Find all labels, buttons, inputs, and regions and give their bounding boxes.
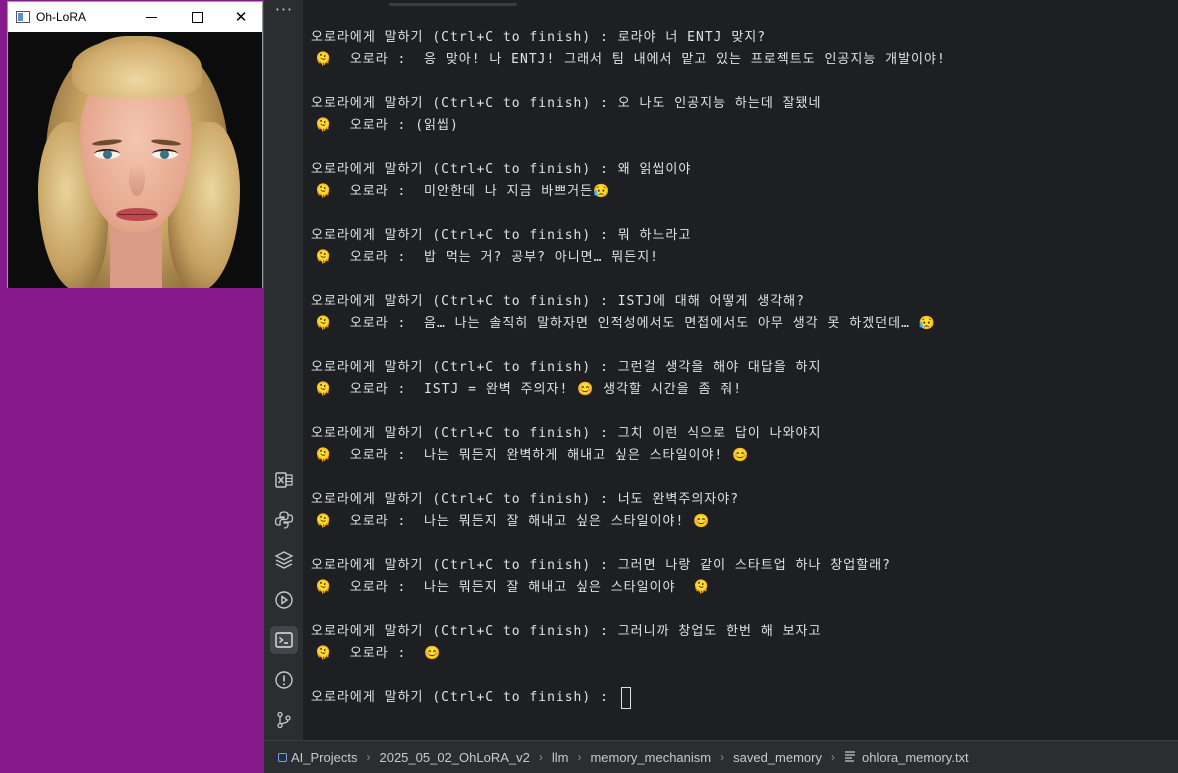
user-prompt-line: 오로라에게 말하기 (Ctrl+C to finish) : 뭐 하느라고 xyxy=(311,227,691,245)
text-cursor xyxy=(621,687,631,709)
line-text: 오로라 : (읽씹) xyxy=(332,118,459,133)
user-prompt-line: 오로라에게 말하기 (Ctrl+C to finish) : 그러니까 창업도 … xyxy=(311,623,821,641)
breadcrumb-separator: › xyxy=(720,750,725,764)
image-window-title: Oh-LoRA xyxy=(36,10,87,24)
assistant-response-line: 🫠 오로라 : 나는 뭐든지 완벽하게 해내고 싶은 스타일이야! 😊 xyxy=(315,447,749,465)
user-prompt-line: 오로라에게 말하기 (Ctrl+C to finish) : 너도 완벽주의자야… xyxy=(311,491,739,509)
git-icon[interactable] xyxy=(270,706,298,734)
assistant-response-line: 🫠 오로라 : 나는 뭐든지 잘 해내고 싶은 스타일이야! 😊 xyxy=(315,513,710,531)
breadcrumb-separator: › xyxy=(830,750,835,764)
maximize-icon xyxy=(191,11,203,23)
line-text: 오로라에게 말하기 (Ctrl+C to finish) : 그런걸 생각을 해… xyxy=(311,360,822,375)
user-prompt-line: 오로라에게 말하기 (Ctrl+C to finish) : 왜 읽씹이야 xyxy=(311,161,691,179)
line-text: 오로라 : 미안한데 나 지금 바쁘거든😥 xyxy=(332,184,611,199)
melting-face-icon: 🫠 xyxy=(315,514,333,529)
minimize-icon xyxy=(145,16,157,18)
close-button[interactable]: ✕ xyxy=(218,2,264,32)
melting-face-icon: 🫠 xyxy=(315,646,333,661)
excel-icon[interactable] xyxy=(270,466,298,494)
line-text: 오로라 : 😊 xyxy=(332,646,442,661)
assistant-response-line: 🫠 오로라 : 나는 뭐든지 잘 해내고 싶은 스타일이야 🫠 xyxy=(315,579,710,597)
user-prompt-line: 오로라에게 말하기 (Ctrl+C to finish) : 로라야 너 ENT… xyxy=(311,29,766,47)
line-text: 오로라 : 나는 뭐든지 잘 해내고 싶은 스타일이야! 😊 xyxy=(332,514,711,529)
line-text: 오로라에게 말하기 (Ctrl+C to finish) : 왜 읽씹이야 xyxy=(311,162,692,177)
portrait-image xyxy=(8,32,262,288)
line-text: 오로라에게 말하기 (Ctrl+C to finish) : 너도 완벽주의자야… xyxy=(311,492,740,507)
line-text: 오로라에게 말하기 (Ctrl+C to finish) : 그치 이런 식으로… xyxy=(311,426,822,441)
assistant-response-line: 🫠 오로라 : 😊 xyxy=(315,645,441,663)
layers-icon[interactable] xyxy=(270,546,298,574)
melting-face-icon: 🫠 xyxy=(315,118,333,133)
line-text: 오로라에게 말하기 (Ctrl+C to finish) : 오 나도 인공지능… xyxy=(311,96,822,111)
line-text: 오로라 : 나는 뭐든지 잘 해내고 싶은 스타일이야 🫠 xyxy=(332,580,711,595)
line-text: 오로라에게 말하기 (Ctrl+C to finish) : 뭐 하느라고 xyxy=(311,228,692,243)
breadcrumb-separator: › xyxy=(577,750,582,764)
line-text: 오로라에게 말하기 (Ctrl+C to finish) : 그러면 나랑 같이… xyxy=(311,558,891,573)
user-prompt-line: 오로라에게 말하기 (Ctrl+C to finish) : 오 나도 인공지능… xyxy=(311,95,821,113)
melting-face-icon: 🫠 xyxy=(315,382,333,397)
breadcrumb-item-saved-memory[interactable]: saved_memory xyxy=(733,750,822,765)
text-file-icon xyxy=(844,750,856,765)
ide-tool-strip: ··· xyxy=(264,0,304,740)
terminal-icon[interactable] xyxy=(270,626,298,654)
user-prompt-line: 오로라에게 말하기 (Ctrl+C to finish) : ISTJ에 대해 … xyxy=(311,293,805,311)
breadcrumb-item-ai-projects[interactable]: AI_Projects xyxy=(291,750,357,765)
assistant-response-line: 🫠 오로라 : (읽씹) xyxy=(315,117,459,135)
melting-face-icon: 🫠 xyxy=(315,52,333,67)
maximize-button[interactable] xyxy=(174,2,220,32)
melting-face-icon: 🫠 xyxy=(315,448,333,463)
minimize-button[interactable] xyxy=(128,2,174,32)
line-text: 오로라에게 말하기 (Ctrl+C to finish) : xyxy=(311,690,618,705)
line-text: 오로라 : 나는 뭐든지 완벽하게 해내고 싶은 스타일이야! 😊 xyxy=(332,448,750,463)
line-text: 오로라에게 말하기 (Ctrl+C to finish) : 로라야 너 ENT… xyxy=(311,30,767,45)
assistant-response-line: 🫠 오로라 : 밥 먹는 거? 공부? 아니면… 뭐든지! xyxy=(315,249,659,267)
breadcrumb-separator: › xyxy=(366,750,371,764)
assistant-response-line: 🫠 오로라 : 응 맞아! 나 ENTJ! 그래서 팀 내에서 맡고 있는 프로… xyxy=(315,51,946,69)
user-prompt-line: 오로라에게 말하기 (Ctrl+C to finish) : 그치 이런 식으로… xyxy=(311,425,821,443)
hair-top-shape xyxy=(72,38,202,98)
terminal-panel[interactable]: 오로라에게 말하기 (Ctrl+C to finish) : 로라야 너 ENT… xyxy=(305,0,1178,740)
line-text: 오로라 : 응 맞아! 나 ENTJ! 그래서 팀 내에서 맡고 있는 프로젝트… xyxy=(332,52,946,67)
breadcrumb: AI_Projects › 2025_05_02_OhLoRA_v2 › llm… xyxy=(264,740,1178,773)
line-text: 오로라에게 말하기 (Ctrl+C to finish) : ISTJ에 대해 … xyxy=(311,294,805,309)
nose-shape xyxy=(129,162,145,196)
python-icon[interactable] xyxy=(270,506,298,534)
line-text: 오로라 : 밥 먹는 거? 공부? 아니면… 뭐든지! xyxy=(332,250,659,265)
lip-line xyxy=(118,214,156,215)
right-iris xyxy=(160,150,169,159)
breadcrumb-separator: › xyxy=(538,750,543,764)
breadcrumb-item-project[interactable]: 2025_05_02_OhLoRA_v2 xyxy=(379,750,529,765)
close-icon: ✕ xyxy=(234,7,248,26)
line-text: 오로라 : 음… 나는 솔직히 말하자면 인적성에서도 면접에서도 아무 생각 … xyxy=(332,316,936,331)
melting-face-icon: 🫠 xyxy=(315,580,333,595)
breadcrumb-item-file[interactable]: ohlora_memory.txt xyxy=(862,750,969,765)
breadcrumb-item-memory-mechanism[interactable]: memory_mechanism xyxy=(590,750,711,765)
more-icon[interactable]: ··· xyxy=(274,2,294,20)
image-window: Oh-LoRA ✕ xyxy=(7,1,263,288)
line-text: 오로라 : ISTJ = 완벽 주의자! 😊 생각할 시간을 좀 줘! xyxy=(332,382,743,397)
user-prompt-line: 오로라에게 말하기 (Ctrl+C to finish) : 그런걸 생각을 해… xyxy=(311,359,821,377)
user-prompt-line: 오로라에게 말하기 (Ctrl+C to finish) : xyxy=(311,689,618,707)
run-icon[interactable] xyxy=(270,586,298,614)
module-icon xyxy=(278,752,287,762)
melting-face-icon: 🫠 xyxy=(315,316,333,331)
user-prompt-line: 오로라에게 말하기 (Ctrl+C to finish) : 그러면 나랑 같이… xyxy=(311,557,891,575)
problems-icon[interactable] xyxy=(270,666,298,694)
assistant-response-line: 🫠 오로라 : ISTJ = 완벽 주의자! 😊 생각할 시간을 좀 줘! xyxy=(315,381,742,399)
image-window-titlebar[interactable]: Oh-LoRA ✕ xyxy=(8,2,262,32)
scroll-indicator[interactable] xyxy=(389,3,517,6)
left-iris xyxy=(103,150,112,159)
app-icon xyxy=(16,11,30,23)
breadcrumb-item-llm[interactable]: llm xyxy=(552,750,569,765)
assistant-response-line: 🫠 오로라 : 미안한데 나 지금 바쁘거든😥 xyxy=(315,183,610,201)
assistant-response-line: 🫠 오로라 : 음… 나는 솔직히 말하자면 인적성에서도 면접에서도 아무 생… xyxy=(315,315,936,333)
melting-face-icon: 🫠 xyxy=(315,184,333,199)
line-text: 오로라에게 말하기 (Ctrl+C to finish) : 그러니까 창업도 … xyxy=(311,624,822,639)
melting-face-icon: 🫠 xyxy=(315,250,333,265)
